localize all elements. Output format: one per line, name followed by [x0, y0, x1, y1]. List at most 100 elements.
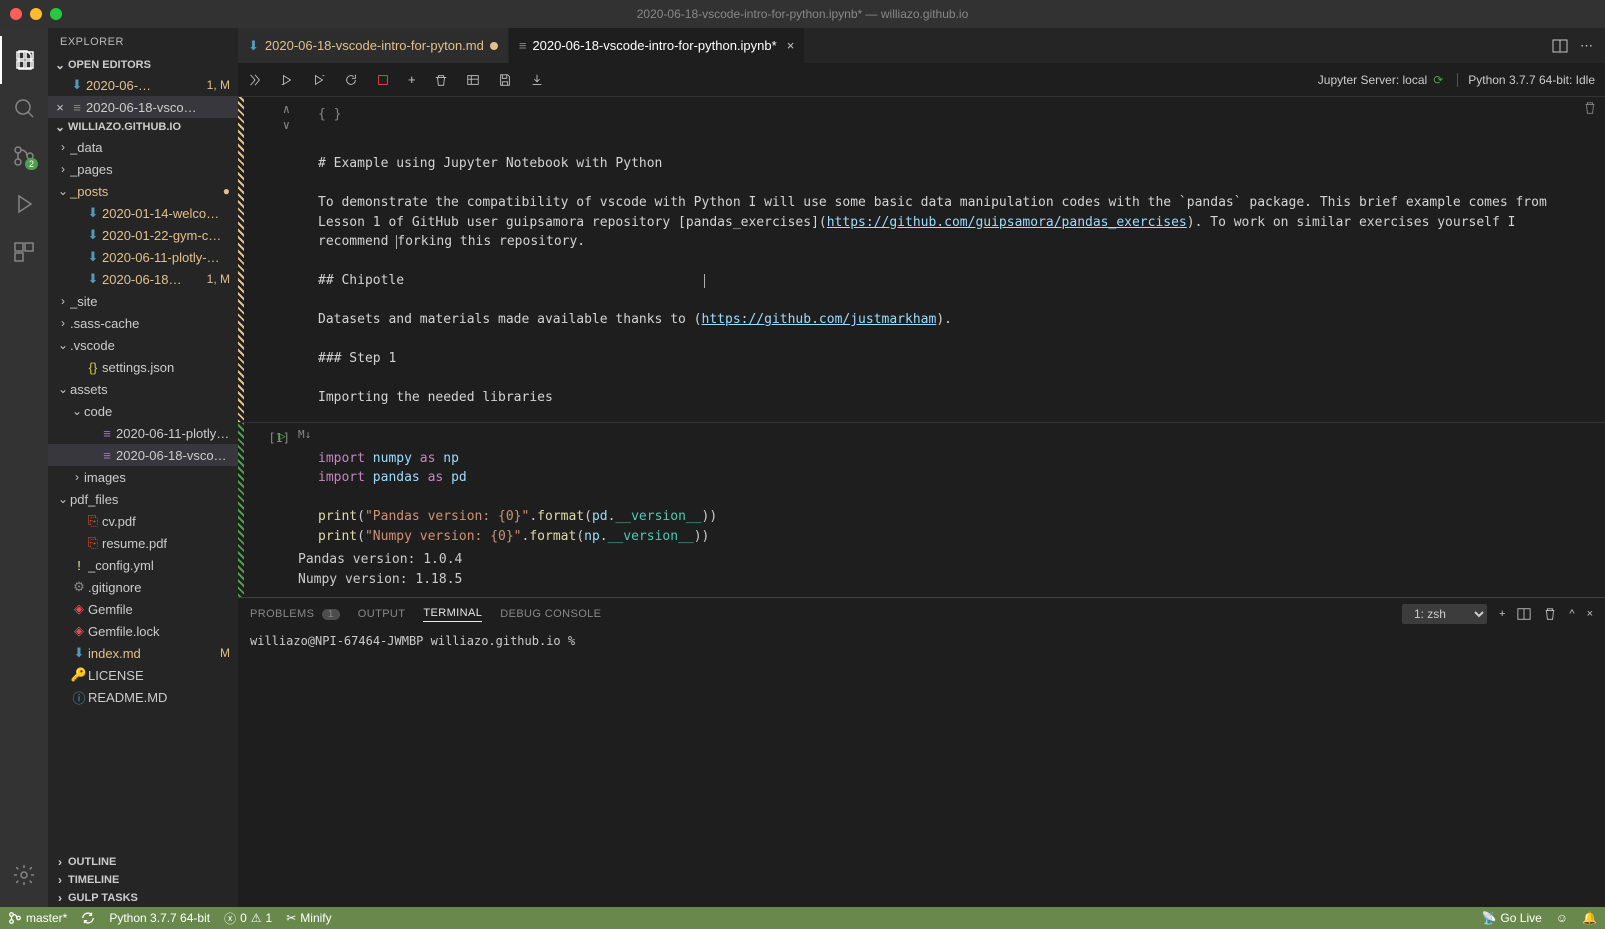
debug-console-tab[interactable]: DEBUG CONSOLE: [500, 608, 601, 620]
debug-view-icon[interactable]: [0, 180, 48, 228]
git-branch-status[interactable]: master*: [8, 911, 67, 925]
close-tab-icon[interactable]: ×: [787, 38, 795, 53]
file-item[interactable]: ⎘resume.pdf: [48, 532, 238, 554]
folder-item[interactable]: ⌄code: [48, 400, 238, 422]
lic-file-icon: 🔑: [70, 667, 88, 683]
notebook-file-icon: ≡: [519, 38, 527, 53]
folder-item[interactable]: ›.sass-cache: [48, 312, 238, 334]
export-icon[interactable]: [530, 73, 544, 87]
save-icon[interactable]: [498, 73, 512, 87]
close-panel-icon[interactable]: ×: [1587, 608, 1593, 620]
folder-item[interactable]: ›_data: [48, 136, 238, 158]
file-item[interactable]: ⓘREADME.MD: [48, 686, 238, 708]
file-item[interactable]: ⬇2020-06-18…1, M: [48, 268, 238, 290]
scm-view-icon[interactable]: 2: [0, 132, 48, 180]
terminal-body[interactable]: williazo@NPI-67464-JWMBP williazo.github…: [238, 630, 1605, 907]
notebook-toolbar: + Jupyter Server: local ⟳ Python 3.7.7 6…: [238, 63, 1605, 97]
new-terminal-icon[interactable]: +: [1499, 608, 1505, 620]
exclaim-file-icon: !: [70, 558, 88, 573]
terminal-selector[interactable]: 1: zsh: [1402, 604, 1487, 624]
file-item[interactable]: ⬇2020-06-11-plotly-…: [48, 246, 238, 268]
folder-item[interactable]: ›_pages: [48, 158, 238, 180]
folder-item[interactable]: ⌄_posts●: [48, 180, 238, 202]
file-item[interactable]: !_config.yml: [48, 554, 238, 576]
explorer-view-icon[interactable]: [0, 36, 48, 84]
run-below-icon[interactable]: [312, 73, 326, 87]
more-actions-icon[interactable]: ⋯: [1580, 38, 1593, 54]
folder-item[interactable]: ⌄assets: [48, 378, 238, 400]
interrupt-kernel-icon[interactable]: [376, 73, 390, 87]
cell-modified-indicator: [238, 97, 244, 422]
gulptasks-header[interactable]: › GULP TASKS: [48, 889, 238, 907]
link[interactable]: https://github.com/justmarkham: [702, 312, 937, 327]
window-close[interactable]: [10, 8, 22, 20]
open-editor-item[interactable]: × ≡ 2020-06-18-vsco…: [48, 96, 238, 118]
add-cell-icon[interactable]: +: [408, 72, 416, 87]
markdown-source[interactable]: # Example using Jupyter Notebook with Py…: [318, 135, 1585, 408]
window-minimize[interactable]: [30, 8, 42, 20]
file-item[interactable]: ⬇2020-01-22-gym-c…: [48, 224, 238, 246]
move-cell-up-icon[interactable]: ∧: [283, 103, 290, 115]
sync-status[interactable]: [81, 911, 95, 925]
feedback-icon[interactable]: ☺: [1556, 911, 1568, 925]
jupyter-server-status[interactable]: Jupyter Server: local ⟳: [1318, 73, 1443, 87]
split-terminal-icon[interactable]: [1517, 607, 1531, 621]
run-above-icon[interactable]: [280, 73, 294, 87]
file-item[interactable]: 🔑LICENSE: [48, 664, 238, 686]
cell-braces: { }: [318, 105, 1585, 125]
extensions-view-icon[interactable]: [0, 228, 48, 276]
output-tab[interactable]: OUTPUT: [358, 608, 406, 620]
run-all-icon[interactable]: [248, 73, 262, 87]
run-cell-icon[interactable]: ▷: [278, 427, 286, 447]
chevron-down-icon: ⌄: [52, 58, 68, 72]
editor-tab[interactable]: ⬇ 2020-06-18-vscode-intro-for-pyton.md: [238, 28, 509, 63]
file-item[interactable]: ⬇2020-01-14-welco…: [48, 202, 238, 224]
problems-status[interactable]: ⓧ0 ⚠1: [224, 910, 272, 927]
settings-gear-icon[interactable]: [0, 851, 48, 899]
file-item[interactable]: ⬇index.mdM: [48, 642, 238, 664]
markdown-toggle[interactable]: M↓: [298, 427, 311, 444]
clear-outputs-icon[interactable]: [434, 73, 448, 87]
restart-kernel-icon[interactable]: [344, 73, 358, 87]
notifications-icon[interactable]: 🔔: [1582, 911, 1597, 925]
kernel-status[interactable]: Python 3.7.7 64-bit: Idle: [1457, 73, 1595, 87]
open-editor-item[interactable]: ⬇ 2020-06-… 1, M: [48, 74, 238, 96]
file-item[interactable]: ⚙.gitignore: [48, 576, 238, 598]
markdown-cell[interactable]: ∧ ∨ { } # Example using Jupyter Notebook…: [238, 97, 1605, 423]
file-item[interactable]: ◈Gemfile.lock: [48, 620, 238, 642]
file-item[interactable]: ≡2020-06-11-plotly…: [48, 422, 238, 444]
text-cursor: [396, 235, 397, 249]
folder-item[interactable]: ›images: [48, 466, 238, 488]
close-editor-icon[interactable]: ×: [52, 100, 68, 115]
folder-item[interactable]: ⌄.vscode: [48, 334, 238, 356]
editor-tab[interactable]: ≡ 2020-06-18-vscode-intro-for-python.ipy…: [509, 28, 805, 63]
workspace-header[interactable]: ⌄ WILLIAZO.GITHUB.IO: [48, 118, 238, 136]
file-item[interactable]: ≡2020-06-18-vsco…: [48, 444, 238, 466]
folder-item[interactable]: ›_site: [48, 290, 238, 312]
timeline-header[interactable]: › TIMELINE: [48, 871, 238, 889]
code-cell[interactable]: [1] ▷ M↓ import numpy as np import panda…: [238, 423, 1605, 598]
kill-terminal-icon[interactable]: [1543, 607, 1557, 621]
delete-cell-icon[interactable]: [1583, 101, 1597, 115]
window-maximize[interactable]: [50, 8, 62, 20]
variable-explorer-icon[interactable]: [466, 73, 480, 87]
python-env-status[interactable]: Python 3.7.7 64-bit: [109, 911, 210, 925]
split-editor-icon[interactable]: [1552, 38, 1568, 54]
maximize-panel-icon[interactable]: ^: [1569, 608, 1574, 620]
move-cell-down-icon[interactable]: ∨: [283, 119, 290, 131]
md-file-icon: ⬇: [70, 645, 88, 661]
folder-item[interactable]: ⌄pdf_files: [48, 488, 238, 510]
problems-tab[interactable]: PROBLEMS 1: [250, 608, 340, 620]
file-item[interactable]: {}settings.json: [48, 356, 238, 378]
open-editors-header[interactable]: ⌄ OPEN EDITORS: [48, 56, 238, 74]
pdf-file-icon: ⎘: [84, 513, 102, 529]
search-view-icon[interactable]: [0, 84, 48, 132]
outline-header[interactable]: › OUTLINE: [48, 853, 238, 871]
link[interactable]: https://github.com/guipsamora/pandas_exe…: [827, 215, 1187, 230]
file-item[interactable]: ⎘cv.pdf: [48, 510, 238, 532]
terminal-tab[interactable]: TERMINAL: [423, 607, 482, 622]
warning-icon: ⚠: [251, 911, 262, 925]
file-item[interactable]: ◈Gemfile: [48, 598, 238, 620]
minify-status[interactable]: ✂ Minify: [286, 911, 331, 925]
go-live-status[interactable]: 📡 Go Live: [1481, 911, 1541, 925]
